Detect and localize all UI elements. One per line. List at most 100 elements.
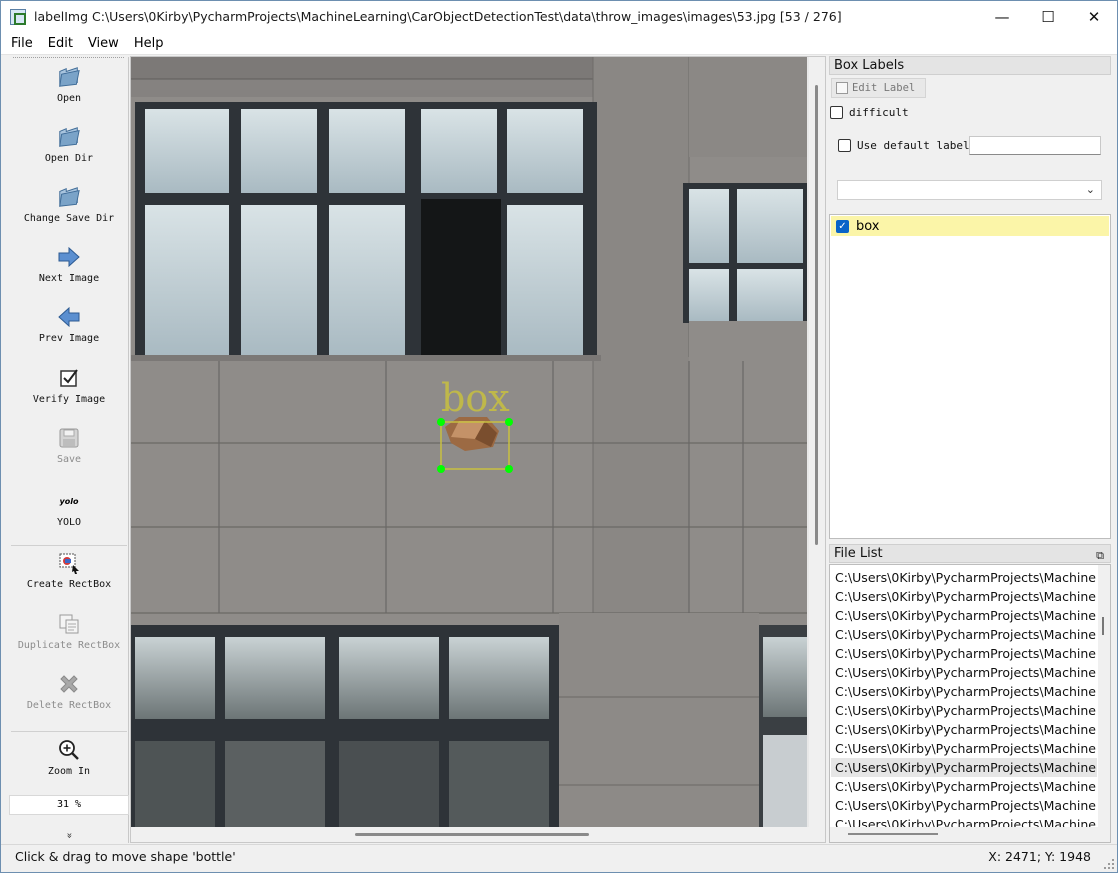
file-list-horizontal-scrollbar[interactable] <box>830 827 1110 842</box>
canvas-vertical-scrollbar[interactable] <box>809 57 825 827</box>
chevron-down-icon: ⌄ <box>1085 183 1095 196</box>
window-controls: — ☐ ✕ <box>979 1 1117 32</box>
file-list-vertical-scrollbar[interactable] <box>1098 565 1110 827</box>
scrollbar-thumb[interactable] <box>815 85 818 545</box>
arrow-left-icon <box>57 305 81 329</box>
file-list-title[interactable]: File List ⧉ <box>829 544 1111 563</box>
delete-x-icon <box>57 672 81 696</box>
verify-image-button[interactable]: Verify Image <box>9 366 129 405</box>
verify-image-label: Verify Image <box>32 394 106 405</box>
file-list: C:\Users\0Kirby\PycharmProjects\MachineL… <box>829 564 1111 843</box>
draw-rect-icon <box>57 551 81 575</box>
duplicate-rectbox-label: Duplicate RectBox <box>17 640 121 651</box>
difficult-label: difficult <box>849 106 909 119</box>
canvas-horizontal-scrollbar[interactable] <box>131 827 825 842</box>
minimize-button[interactable]: — <box>979 1 1025 32</box>
file-list-item[interactable]: C:\Users\0Kirby\PycharmProjects\MachineL… <box>831 777 1097 796</box>
use-default-label-checkbox[interactable] <box>838 139 851 152</box>
cursor-coordinates: X: 2471; Y: 1948 <box>988 849 1091 864</box>
folder-icon <box>57 125 81 149</box>
file-list-item[interactable]: C:\Users\0Kirby\PycharmProjects\MachineL… <box>831 587 1097 606</box>
left-toolbar: Open Open Dir Change Save Dir Next Image <box>9 57 129 843</box>
file-list-item[interactable]: C:\Users\0Kirby\PycharmProjects\MachineL… <box>831 720 1097 739</box>
change-save-dir-label: Change Save Dir <box>23 213 115 224</box>
arrow-right-icon <box>57 245 81 269</box>
label-list-item[interactable]: ✓ box <box>831 216 1109 236</box>
checkbox-verify-icon <box>57 366 81 390</box>
file-list-item[interactable]: C:\Users\0Kirby\PycharmProjects\MachineL… <box>831 644 1097 663</box>
shape-label-text: box <box>441 376 510 420</box>
file-list-item[interactable]: C:\Users\0Kirby\PycharmProjects\MachineL… <box>831 796 1097 815</box>
file-list-item[interactable]: C:\Users\0Kirby\PycharmProjects\MachineL… <box>831 739 1097 758</box>
file-list-item[interactable]: C:\Users\0Kirby\PycharmProjects\MachineL… <box>831 701 1097 720</box>
box-labels-title[interactable]: Box Labels <box>829 56 1111 75</box>
delete-rectbox-label: Delete RectBox <box>26 700 112 711</box>
prev-image-button[interactable]: Prev Image <box>9 305 129 344</box>
label-item-text: box <box>856 218 880 234</box>
difficult-checkbox-row[interactable]: difficult <box>830 106 909 119</box>
folder-save-icon <box>57 185 81 209</box>
yolo-label: YOLO <box>56 517 82 528</box>
create-rectbox-label: Create RectBox <box>26 579 112 590</box>
scrollbar-thumb[interactable] <box>355 833 589 836</box>
folder-open-icon <box>57 65 81 89</box>
window-title: labelImg C:\Users\0Kirby\PycharmProjects… <box>34 9 842 24</box>
close-button[interactable]: ✕ <box>1071 1 1117 32</box>
scrollbar-thumb[interactable] <box>848 833 938 835</box>
save-button[interactable]: Save <box>9 426 129 465</box>
toolbar-grip[interactable] <box>13 57 124 60</box>
file-list-item[interactable]: C:\Users\0Kirby\PycharmProjects\MachineL… <box>831 682 1097 701</box>
delete-rectbox-button[interactable]: Delete RectBox <box>9 672 129 711</box>
open-label: Open <box>56 93 82 104</box>
yolo-icon: yolo <box>57 489 81 513</box>
checkmark-icon[interactable]: ✓ <box>836 219 849 233</box>
menu-file[interactable]: File <box>1 36 40 51</box>
create-rectbox-button[interactable]: Create RectBox <box>9 551 129 590</box>
undock-float-icon[interactable]: ⧉ <box>1096 547 1104 565</box>
file-list-item[interactable]: C:\Users\0Kirby\PycharmProjects\MachineL… <box>831 625 1097 644</box>
file-list-title-text: File List <box>834 546 883 561</box>
file-list-item[interactable]: C:\Users\0Kirby\PycharmProjects\MachineL… <box>831 663 1097 682</box>
edit-pencil-icon <box>836 82 848 94</box>
yolo-icon-text: yolo <box>59 496 79 506</box>
building-photo: box <box>131 57 807 827</box>
open-button[interactable]: Open <box>9 65 129 104</box>
title-bar[interactable]: labelImg C:\Users\0Kirby\PycharmProjects… <box>1 1 1117 32</box>
change-save-dir-button[interactable]: Change Save Dir <box>9 185 129 224</box>
save-label: Save <box>56 454 82 465</box>
file-list-item[interactable]: C:\Users\0Kirby\PycharmProjects\MachineL… <box>831 758 1097 777</box>
yolo-format-button[interactable]: yolo YOLO <box>9 489 129 529</box>
next-image-button[interactable]: Next Image <box>9 245 129 284</box>
open-dir-button[interactable]: Open Dir <box>9 125 129 164</box>
next-image-label: Next Image <box>38 273 100 284</box>
menu-help[interactable]: Help <box>126 36 171 51</box>
box-labels-dock: Box Labels <box>829 56 1111 75</box>
edit-label-text: Edit Label <box>852 82 916 94</box>
menu-bar: File Edit View Help <box>1 32 1117 55</box>
duplicate-rectbox-button[interactable]: Duplicate RectBox <box>9 612 129 651</box>
use-default-label-row[interactable]: Use default label <box>838 139 970 152</box>
menu-view[interactable]: View <box>80 36 126 51</box>
menu-edit[interactable]: Edit <box>40 36 80 51</box>
label-list: ✓ box <box>829 214 1111 539</box>
size-grip-icon[interactable] <box>1103 858 1115 870</box>
scrollbar-thumb[interactable] <box>1102 617 1104 635</box>
file-list-item[interactable]: C:\Users\0Kirby\PycharmProjects\MachineL… <box>831 606 1097 625</box>
default-label-input[interactable] <box>969 136 1101 155</box>
floppy-disk-icon <box>57 426 81 450</box>
file-list-item[interactable]: C:\Users\0Kirby\PycharmProjects\MachineL… <box>831 568 1097 587</box>
toolbar-separator <box>11 545 127 546</box>
edit-label-button[interactable]: Edit Label <box>831 78 926 98</box>
image-canvas[interactable]: box <box>130 56 826 843</box>
prev-image-label: Prev Image <box>38 333 100 344</box>
label-combo-box[interactable]: ⌄ <box>837 180 1102 200</box>
file-list-dock: File List ⧉ <box>829 544 1111 563</box>
zoom-in-button[interactable]: Zoom In <box>9 738 129 777</box>
status-bar: Click & drag to move shape 'bottle' X: 2… <box>1 844 1117 872</box>
toolbar-separator <box>11 731 127 732</box>
difficult-checkbox[interactable] <box>830 106 843 119</box>
open-dir-label: Open Dir <box>44 153 94 164</box>
maximize-button[interactable]: ☐ <box>1025 1 1071 32</box>
use-default-label-text: Use default label <box>857 139 970 152</box>
status-message: Click & drag to move shape 'bottle' <box>15 849 236 864</box>
